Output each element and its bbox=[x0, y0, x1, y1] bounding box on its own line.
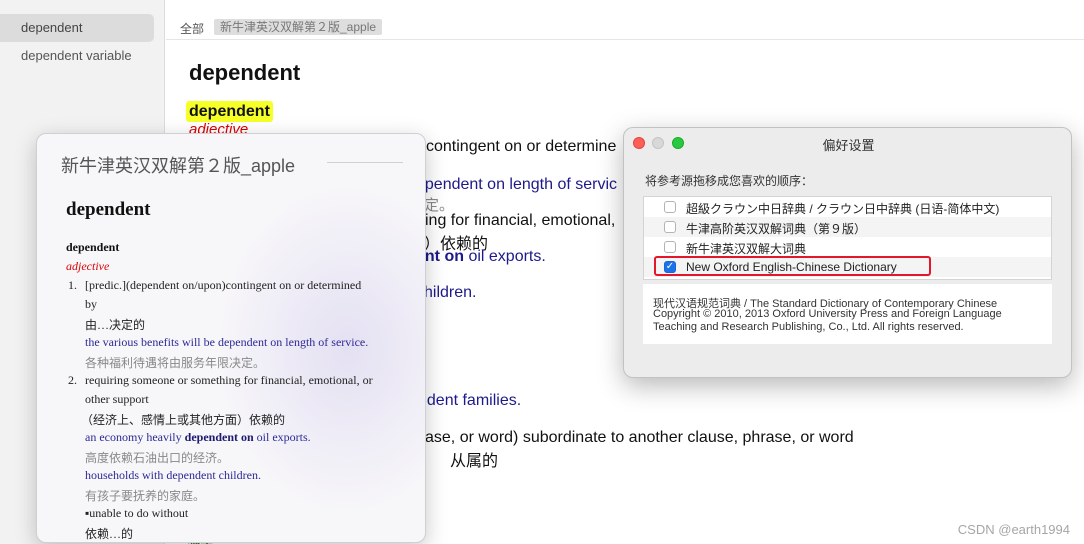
scope-dictionary-tab[interactable]: 新牛津英汉双解第２版_apple bbox=[214, 19, 383, 35]
sense-definition: by bbox=[85, 297, 97, 311]
watermark: CSDN @earth1994 bbox=[957, 522, 1070, 537]
entry-text: ase, or word) subordinate to another cla… bbox=[425, 429, 854, 446]
preferences-window: 偏好设置 将参考源拖移成您喜欢的顺序： 超級クラウン中日辞典 / クラウン日中辞… bbox=[623, 127, 1072, 378]
entry-title: dependent bbox=[189, 60, 301, 85]
example-bold: dependent on bbox=[184, 430, 254, 444]
definition-popover: 新牛津英汉双解第２版_apple dependent dependent adj… bbox=[36, 133, 426, 543]
sense-definition: requiring someone or something for finan… bbox=[85, 373, 373, 387]
sense-definition: other support bbox=[85, 392, 149, 406]
popover-divider bbox=[327, 162, 403, 163]
scope-all-tab[interactable]: 全部 bbox=[180, 20, 204, 37]
scope-bar: 全部 新牛津英汉双解第２版_apple bbox=[166, 14, 1084, 40]
sense-example: an economy heavily dependent on oil expo… bbox=[85, 430, 311, 445]
source-label: 超級クラウン中日辞典 / クラウン日中辞典 (日语-简体中文) bbox=[686, 202, 1000, 216]
example-part: an economy heavily bbox=[85, 430, 185, 444]
sense-example: households with dependent children. bbox=[85, 468, 261, 482]
subsense-definition: ▪unable to do without bbox=[85, 506, 189, 520]
window-titlebar[interactable]: 偏好设置 bbox=[624, 128, 1071, 156]
highlighted-headword: dependent bbox=[186, 101, 273, 122]
entry-example: ndent families. bbox=[418, 392, 522, 409]
window-title: 偏好设置 bbox=[822, 138, 875, 153]
sense-translation: 由…决定的 bbox=[85, 318, 146, 332]
entry-example: ent on oil exports. bbox=[416, 248, 546, 266]
sense-translation: （经济上、感情上或其他方面）依赖的 bbox=[81, 413, 286, 427]
sense-example-translation: 有孩子要抚养的家庭。 bbox=[85, 489, 206, 503]
source-description: 现代汉语规范词典 / The Standard Dictionary of Co… bbox=[643, 284, 1052, 344]
annotation-highlight-box bbox=[654, 256, 931, 276]
sense-definition: [predic.](dependent on/upon)contingent o… bbox=[85, 278, 362, 292]
sidebar-item-dependent[interactable]: dependent bbox=[0, 14, 154, 42]
source-label: 牛津高阶英汉双解词典（第９版） bbox=[686, 222, 867, 236]
sense-number: 1. bbox=[68, 278, 77, 292]
popover-dictionary-title: 新牛津英汉双解第２版_apple bbox=[61, 156, 296, 176]
source-checkbox[interactable] bbox=[664, 221, 676, 233]
description-line: Teaching and Research Publishing, Co., L… bbox=[653, 321, 964, 333]
source-row[interactable]: 牛津高阶英汉双解词典（第９版） bbox=[644, 217, 1051, 237]
entry-translation: 从属的 bbox=[450, 453, 499, 470]
entry-example: ependent on length of servic bbox=[416, 176, 618, 193]
entry-text: ing for financial, emotional, bbox=[425, 212, 616, 229]
source-row[interactable]: 新牛津英汉双解大词典 bbox=[644, 237, 1051, 257]
source-order-instruction: 将参考源拖移成您喜欢的顺序： bbox=[645, 174, 814, 188]
source-checkbox[interactable] bbox=[664, 241, 676, 253]
popover-heading: dependent bbox=[66, 199, 151, 220]
description-line: Copyright © 2010, 2013 Oxford University… bbox=[653, 308, 1002, 320]
popover-headword: dependent bbox=[66, 240, 120, 254]
popover-part-of-speech: adjective bbox=[66, 259, 110, 273]
sense-example: the various benefits will be dependent o… bbox=[85, 335, 369, 349]
entry-example: hildren. bbox=[424, 284, 477, 301]
source-label: 新牛津英汉双解大词典 bbox=[686, 242, 807, 256]
example-part: oil exports. bbox=[253, 430, 311, 444]
source-checkbox[interactable] bbox=[664, 201, 676, 213]
entry-example-rest: oil exports. bbox=[464, 248, 546, 265]
sense-example-translation: 高度依赖石油出口的经济。 bbox=[85, 451, 230, 465]
source-row[interactable]: 超級クラウン中日辞典 / クラウン日中辞典 (日语-简体中文) bbox=[644, 197, 1051, 217]
sidebar-item-dependent-variable[interactable]: dependent variable bbox=[0, 42, 154, 70]
subsense-translation: 依赖…的 bbox=[85, 527, 134, 541]
entry-text: contingent on or determine bbox=[426, 138, 617, 155]
sense-number: 2. bbox=[68, 373, 77, 387]
sense-example-translation: 各种福利待遇将由服务年限决定。 bbox=[85, 356, 266, 370]
